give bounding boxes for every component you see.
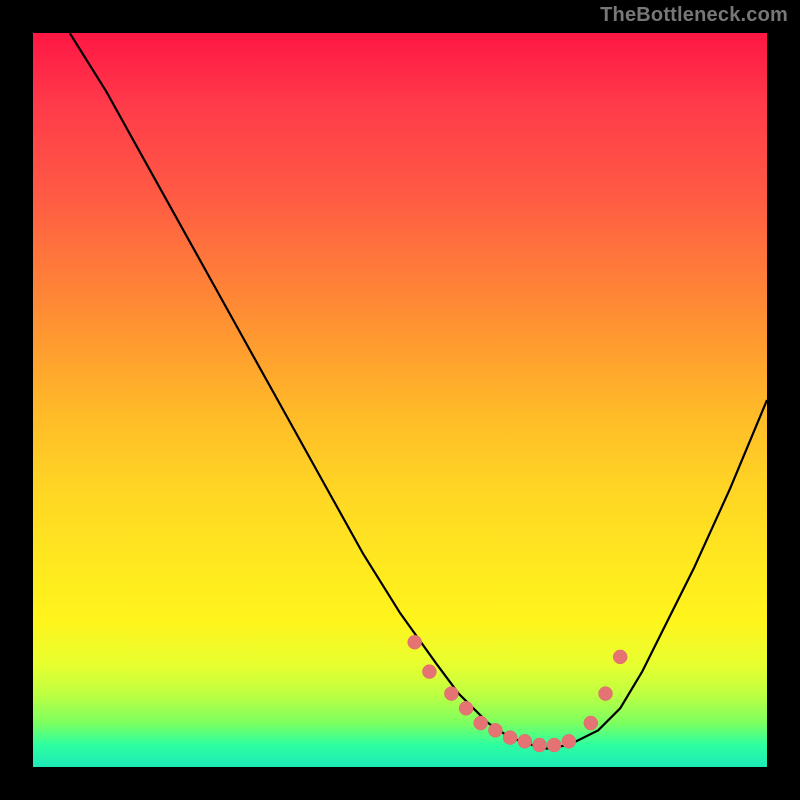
marker-dot [422, 665, 436, 679]
marker-dot [562, 734, 576, 748]
marker-group [408, 635, 628, 752]
marker-dot [408, 635, 422, 649]
chart-area [33, 33, 767, 767]
watermark-link[interactable]: TheBottleneck.com [600, 4, 788, 27]
chart-svg [33, 33, 767, 767]
outer-frame: TheBottleneck.com [0, 0, 800, 800]
marker-dot [533, 738, 547, 752]
marker-dot [599, 687, 613, 701]
marker-dot [459, 701, 473, 715]
marker-dot [547, 738, 561, 752]
marker-dot [613, 650, 627, 664]
marker-dot [584, 716, 598, 730]
marker-dot [444, 687, 458, 701]
marker-dot [518, 734, 532, 748]
marker-dot [503, 731, 517, 745]
marker-dot [488, 723, 502, 737]
marker-dot [474, 716, 488, 730]
